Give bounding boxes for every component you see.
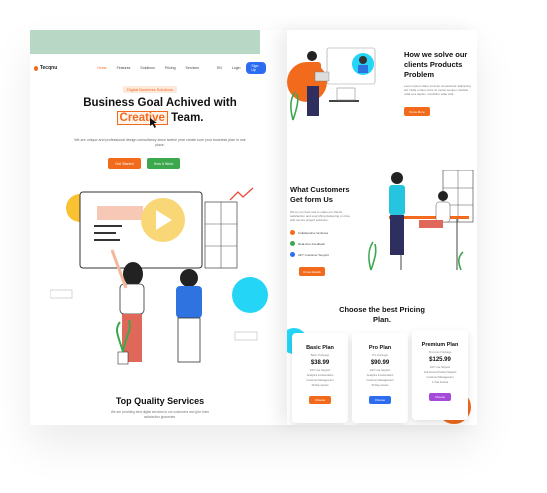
logo-icon: [34, 65, 38, 71]
choose-pro-button[interactable]: Choose: [368, 396, 392, 404]
plan-name: Pro Plan: [368, 345, 392, 351]
man-shirt: [176, 286, 202, 318]
person-head: [307, 51, 317, 61]
woman-shirt: [119, 283, 145, 315]
pricing-title: Choose the best Pricing Plan.: [339, 305, 425, 324]
man-pants: [390, 215, 404, 255]
plan-name: Premium Plan: [421, 342, 459, 348]
laptop-icon: [314, 71, 330, 82]
board-highlight-block: [97, 206, 143, 220]
hero-title-highlight: Creative: [116, 111, 168, 125]
nav-item-solutions[interactable]: Solutions: [140, 66, 154, 70]
man-head: [180, 269, 198, 287]
customers-title: What Customers Get form Us: [290, 185, 350, 204]
feature-item: 24/7 Customer Support: [290, 252, 329, 257]
person-pants: [307, 86, 319, 116]
customers-text: We try our best and to make our clients …: [290, 210, 350, 222]
mouse-cursor-icon: [150, 118, 157, 128]
plan-features: 24/7 Live Support Analytics & Automation…: [292, 368, 348, 388]
man-pants: [177, 317, 201, 363]
choose-basic-button[interactable]: Choose: [308, 396, 332, 404]
solve-title: How we solve our clients Products Proble…: [404, 50, 468, 79]
signup-button[interactable]: Sign Up: [246, 62, 266, 74]
landing-page-right: How we solve our clients Products Proble…: [287, 30, 477, 425]
pricing-card-basic: Basic Plan Basic Package $38.99 24/7 Liv…: [292, 333, 348, 423]
board-line: [94, 232, 116, 234]
nav-item-services[interactable]: Services: [186, 66, 199, 70]
man-head: [391, 172, 403, 184]
man-shirt: [389, 185, 405, 215]
feature-item: Real-time Feedback: [290, 241, 325, 246]
hero-subtitle: We are unique and professional design co…: [74, 138, 246, 147]
presentation-board: [79, 191, 203, 269]
feature-label: 24/7 Customer Support: [298, 252, 330, 257]
feature-item: Collaborative Ventures: [290, 230, 328, 235]
customers-illustration: [368, 170, 474, 271]
plan-features: 24/7 Live Support Full Access Product Su…: [412, 365, 468, 385]
monitor-icon: [336, 87, 356, 101]
top-color-bar: [30, 30, 260, 54]
solve-text: Lorem ipsum dolor sit amet consectetur a…: [404, 84, 471, 96]
mockup-stage: Tecqnu Home Features Solutions Pricing S…: [0, 0, 547, 493]
woman-shirt: [435, 201, 451, 223]
plan-price: $90.99: [370, 360, 390, 366]
logo-text[interactable]: Tecqnu: [40, 65, 57, 71]
know-details-button[interactable]: Know Details: [299, 267, 325, 276]
board-line: [94, 225, 122, 227]
plan-feature: 60 Day access: [371, 384, 389, 387]
feature-dot-icon: [290, 230, 295, 235]
brick-shape: [50, 289, 73, 299]
avatar-body: [358, 65, 368, 73]
plan-sub: Basic Package: [310, 353, 330, 357]
plan-name: Basic Plan: [306, 345, 334, 351]
pricing-card-pro: Pro Plan Pro Package $90.99 24/7 Live Su…: [352, 333, 408, 423]
desk: [329, 100, 359, 102]
plan-sub: Pro Package: [371, 353, 388, 357]
how-it-works-button[interactable]: How It Work: [147, 158, 180, 169]
choose-premium-button[interactable]: Choose: [428, 393, 452, 401]
hero-title: Business Goal Achived with Creative Team…: [40, 96, 280, 126]
woman-head: [438, 191, 448, 201]
plan-price: $38.99: [310, 360, 330, 366]
solve-illustration: [287, 47, 376, 121]
woman-pants: [419, 220, 443, 228]
feature-label: Collaborative Ventures: [298, 230, 329, 235]
plant-pot: [117, 351, 129, 365]
nav-item-home[interactable]: Home: [97, 66, 106, 70]
pricing-card-premium: Premium Plan Premium Package $125.99 24/…: [412, 330, 468, 420]
brick-shape: [234, 331, 258, 341]
plan-price: $125.99: [429, 357, 451, 363]
feature-label: Real-time Feedback: [298, 241, 325, 246]
plan-feature: 1 Year Access: [431, 381, 449, 384]
cyan-circle-shape: [232, 277, 268, 313]
hero-illustration: [50, 187, 268, 365]
board-line: [94, 239, 120, 241]
trend-arrow-icon: [229, 187, 254, 201]
woman-hair: [123, 262, 143, 286]
hero-title-line1: Business Goal Achived with: [83, 97, 237, 109]
avatar-head: [359, 56, 367, 64]
plan-features: 24/7 Live Support Analytics & Automation…: [352, 368, 408, 388]
plan-feature: 30 Day access: [311, 384, 329, 387]
plant-leaves: [458, 251, 464, 271]
nav-item-pricing[interactable]: Pricing: [165, 66, 176, 70]
login-link[interactable]: Login: [232, 66, 241, 70]
plan-sub: Premium Package: [428, 350, 452, 354]
hero-badge: Digital Business Solutions: [123, 86, 178, 93]
landing-page-left: Tecqnu Home Features Solutions Pricing S…: [30, 30, 287, 425]
language-select[interactable]: EN: [217, 66, 222, 70]
hero-title-end: Team.: [167, 112, 204, 124]
nav-item-features[interactable]: Features: [117, 66, 131, 70]
services-title: Top Quality Services: [115, 396, 205, 406]
navbar: Tecqnu Home Features Solutions Pricing S…: [34, 62, 266, 74]
feature-dot-icon: [290, 241, 295, 246]
get-started-button[interactable]: Get Started: [108, 158, 141, 169]
know-more-button[interactable]: Know More: [404, 107, 430, 116]
plant-leaves: [368, 241, 377, 271]
feature-dot-icon: [290, 252, 295, 257]
services-subtitle: We are providing best digital services t…: [110, 410, 210, 419]
